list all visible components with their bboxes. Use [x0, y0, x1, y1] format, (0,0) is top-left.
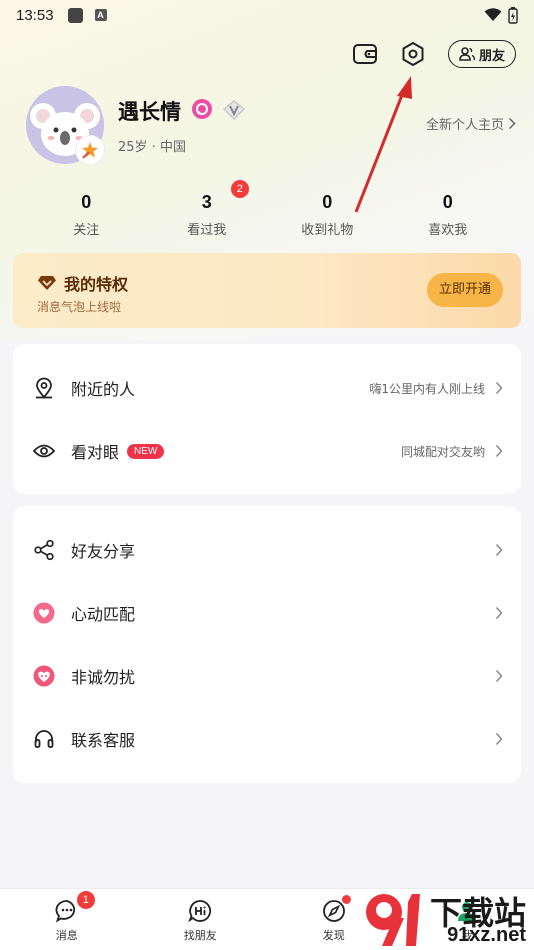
location-pin-icon: [33, 377, 55, 399]
stat-following[interactable]: 0 关注: [26, 192, 147, 238]
watermark: 下载站 91xz.net: [360, 888, 530, 950]
discover-dot: [341, 895, 351, 904]
stat-label: 收到礼物: [301, 223, 354, 238]
menu-item-match-eyes[interactable]: 看对眼 NEW 同城配对交友哟: [13, 421, 521, 481]
privilege-subtitle: 消息气泡上线啦: [37, 300, 122, 314]
share-icon: [33, 539, 55, 561]
diamond-icon: [38, 276, 56, 290]
nav-messages[interactable]: 消息 1: [0, 889, 134, 950]
status-time: 13:53: [16, 6, 54, 24]
settings-button[interactable]: [400, 41, 426, 67]
nav-label: 找朋友: [183, 929, 217, 942]
menu-item-hint: 同城配对交友哟: [400, 444, 485, 459]
notification-square-icon: [67, 7, 83, 23]
chevron-right-icon: [495, 543, 503, 557]
menu-item-label: 好友分享: [71, 542, 136, 561]
menu-item-label: 心动匹配: [71, 605, 136, 624]
stats-row: 0 关注 3 看过我 2 0 收到礼物 0 喜欢我: [26, 180, 509, 238]
username: 遇长情: [118, 100, 181, 124]
chevron-right-icon: [495, 606, 503, 620]
eye-icon: [33, 440, 55, 462]
services-card: 好友分享 心动匹配 非诚勿扰 联系客服: [13, 506, 521, 783]
chevron-right-icon: [508, 117, 516, 130]
friends-label: 朋友: [478, 48, 505, 64]
homepage-link[interactable]: 全新个人主页: [426, 114, 516, 133]
watermark-line2: 91xz.net: [447, 924, 526, 946]
headset-icon: [33, 728, 55, 750]
privilege-title: 我的特权: [37, 271, 128, 295]
stat-value: 3: [201, 192, 212, 212]
menu-item-hint: 嗨1公里内有人刚上线: [369, 381, 485, 396]
menu-item-if-you-are-the-one[interactable]: 非诚勿扰: [13, 646, 521, 706]
nav-label: 消息: [55, 929, 78, 942]
stat-label: 喜欢我: [428, 223, 468, 238]
hi-icon: [188, 900, 212, 923]
menu-item-label: 附近的人: [71, 380, 136, 399]
watermark-logo-icon: [366, 894, 420, 946]
new-tag: NEW: [127, 443, 165, 459]
menu-item-heart-match[interactable]: 心动匹配: [13, 583, 521, 643]
messages-badge: 1: [76, 891, 95, 909]
menu-item-label: 联系客服: [71, 731, 136, 750]
menu-item-share[interactable]: 好友分享: [13, 520, 521, 580]
user-meta: 25岁 · 中国: [118, 140, 186, 155]
chat-badge-icon: [192, 99, 212, 119]
menu-item-customer-service[interactable]: 联系客服: [13, 709, 521, 769]
stat-gifts[interactable]: 0 收到礼物: [267, 192, 388, 238]
stat-label: 关注: [73, 223, 100, 238]
chevron-right-icon: [495, 444, 503, 458]
stat-likes[interactable]: 0 喜欢我: [388, 192, 509, 238]
wallet-icon: [352, 44, 377, 64]
friends-button[interactable]: 朋友: [447, 40, 516, 68]
menu-item-nearby[interactable]: 附近的人 嗨1公里内有人刚上线: [13, 358, 521, 418]
privilege-title-text: 我的特权: [64, 275, 129, 294]
friends-icon: [459, 47, 475, 61]
compass-icon: [322, 900, 345, 922]
a-notification-icon: A: [94, 9, 107, 21]
privilege-banner[interactable]: 我的特权 消息气泡上线啦 立即开通: [13, 253, 521, 328]
nav-label: 发现: [322, 929, 345, 942]
activate-now-button[interactable]: 立即开通: [427, 273, 503, 307]
settings-hexagon-icon: [402, 42, 424, 66]
header-actions: 朋友: [352, 40, 516, 68]
chevron-right-icon: [495, 669, 503, 683]
profile-section: 遇长情 25岁 · 中国 全新个人主页: [26, 86, 516, 166]
chat-bubble-icon: [55, 900, 75, 923]
menu-item-label: 看对眼: [71, 443, 120, 462]
wallet-button[interactable]: [352, 41, 378, 67]
stat-label: 看过我: [187, 223, 227, 238]
stat-value: 0: [81, 192, 92, 212]
status-bar: 13:53 A: [0, 0, 534, 30]
heart-face-icon: [33, 665, 55, 687]
wifi-icon: [484, 8, 502, 21]
nav-find-friends[interactable]: 找朋友: [134, 889, 268, 950]
heart-match-icon: [33, 602, 55, 624]
vip-diamond-icon: [222, 99, 246, 125]
battery-icon: [508, 6, 518, 24]
homepage-link-label: 全新个人主页: [425, 118, 504, 133]
stat-value: 0: [322, 192, 333, 212]
menu-item-label: 非诚勿扰: [71, 668, 136, 687]
chevron-right-icon: [495, 732, 503, 746]
stat-value: 0: [442, 192, 453, 212]
magic-wand-badge-icon: [76, 136, 104, 164]
viewed-me-badge: 2: [230, 180, 249, 198]
chevron-right-icon: [495, 381, 503, 395]
stat-viewed-me[interactable]: 3 看过我 2: [147, 180, 268, 238]
discovery-card: 附近的人 嗨1公里内有人刚上线 看对眼 NEW 同城配对交友哟: [13, 344, 521, 494]
